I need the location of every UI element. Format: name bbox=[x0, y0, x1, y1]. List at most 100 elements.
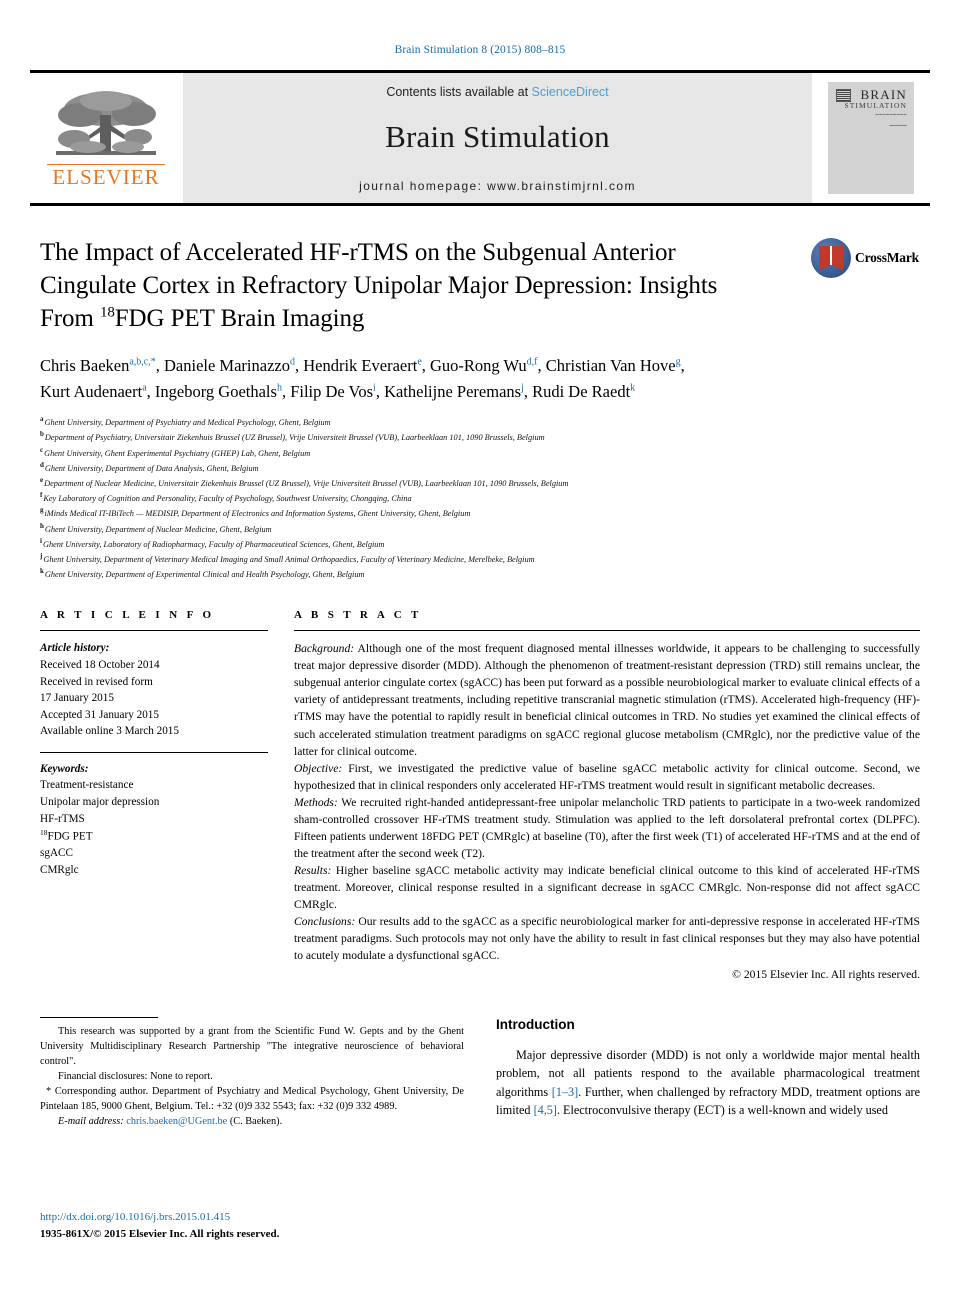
abstract-paragraph-text: We recruited right-handed antidepressant… bbox=[294, 795, 920, 860]
sciencedirect-link[interactable]: ScienceDirect bbox=[532, 85, 609, 99]
affiliation-mark: a bbox=[40, 415, 44, 424]
abstract-paragraph-text: Although one of the most frequent diagno… bbox=[294, 642, 920, 758]
journal-homepage-link[interactable]: journal homepage: www.brainstimjrnl.com bbox=[359, 179, 636, 193]
title-line-1: The Impact of Accelerated HF-rTMS on the… bbox=[40, 239, 676, 266]
email-address-link[interactable]: chris.baeken@UGent.be bbox=[126, 1116, 227, 1127]
citation-ref-2[interactable]: [4,5] bbox=[534, 1103, 557, 1117]
author-affil-marks[interactable]: k bbox=[630, 382, 635, 393]
author-affil-marks[interactable]: g bbox=[676, 357, 681, 368]
citation-ref-1[interactable]: [1–3] bbox=[552, 1085, 578, 1099]
title-block: The Impact of Accelerated HF-rTMS on the… bbox=[40, 236, 924, 335]
keyword-fdg-superscript: 18 bbox=[40, 828, 48, 838]
footnote-corresponding-author: * Corresponding author. Department of Ps… bbox=[40, 1085, 464, 1112]
affiliation-item: kGhent University, Department of Experim… bbox=[40, 566, 920, 581]
abstract-paragraph: Results: Higher baseline sgACC metabolic… bbox=[294, 862, 920, 913]
elsevier-logo: ELSEVIER bbox=[47, 87, 165, 189]
keywords-block: Keywords: Treatment-resistance Unipolar … bbox=[40, 761, 268, 879]
elsevier-tree-icon bbox=[56, 91, 156, 156]
abstract-column: A B S T R A C T Background: Although one… bbox=[294, 609, 920, 983]
footnote-disclosures: Financial disclosures: None to report. bbox=[58, 1070, 213, 1082]
footnote-grant: This research was supported by a grant f… bbox=[40, 1025, 464, 1067]
affiliation-mark: k bbox=[40, 567, 44, 576]
masthead-center: Contents lists available at ScienceDirec… bbox=[183, 73, 812, 203]
affiliation-item: giMinds Medical IT-IBiTech — MEDISIP, De… bbox=[40, 505, 920, 520]
affiliation-text: Ghent University, Department of Experime… bbox=[44, 569, 365, 579]
history-item: 17 January 2015 bbox=[40, 692, 114, 705]
page-title: The Impact of Accelerated HF-rTMS on the… bbox=[40, 236, 924, 335]
crossmark-label: CrossMark bbox=[855, 250, 919, 265]
affiliation-text: Ghent University, Department of Veterina… bbox=[43, 554, 535, 564]
abstract-paragraph: Conclusions: Our results add to the sgAC… bbox=[294, 913, 920, 964]
abstract-paragraph-lead: Results: bbox=[294, 863, 332, 877]
history-item: Accepted 31 January 2015 bbox=[40, 708, 159, 721]
affiliation-text: Ghent University, Ghent Experimental Psy… bbox=[44, 448, 311, 458]
author-affil-marks[interactable]: d,f bbox=[527, 357, 538, 368]
article-history-label: Article history: bbox=[40, 642, 110, 655]
author-item: Ingeborg Goethalsh bbox=[155, 382, 282, 401]
affiliation-item: jGhent University, Department of Veterin… bbox=[40, 551, 920, 566]
author-affil-marks[interactable]: a,b,c,* bbox=[129, 357, 155, 368]
affiliation-mark: d bbox=[40, 460, 44, 469]
author-affil-marks[interactable]: d bbox=[290, 357, 295, 368]
contents-prefix: Contents lists available at bbox=[386, 85, 532, 99]
author-name: Hendrik Everaert bbox=[303, 356, 418, 375]
footnotes-block: This research was supported by a grant f… bbox=[40, 1025, 464, 1129]
author-name: Filip De Vos bbox=[290, 381, 374, 401]
affiliation-text: Department of Nuclear Medicine, Universi… bbox=[44, 478, 569, 488]
article-info-rule bbox=[40, 630, 268, 632]
doi-link[interactable]: http://dx.doi.org/10.1016/j.brs.2015.01.… bbox=[40, 1209, 279, 1226]
author-affil-marks[interactable]: a bbox=[142, 382, 146, 393]
abstract-paragraph-lead: Conclusions: bbox=[294, 914, 356, 928]
author-item: Rudi De Raedtk bbox=[532, 382, 635, 401]
author-item: Guo-Rong Wud,f bbox=[430, 356, 538, 375]
author-item: Kurt Audenaerta bbox=[40, 382, 147, 401]
intro-text-c: . Electroconvulsive therapy (ECT) is a w… bbox=[556, 1102, 888, 1117]
author-name: Kurt Audenaert bbox=[40, 381, 143, 401]
author-item: Chris Baekena,b,c,* bbox=[40, 356, 156, 375]
introduction-column: Introduction Major depressive disorder (… bbox=[496, 1017, 920, 1129]
introduction-body: Major depressive disorder (MDD) is not o… bbox=[496, 1046, 920, 1119]
affiliation-mark: h bbox=[40, 521, 44, 530]
author-item: Daniele Marinazzod bbox=[164, 356, 295, 375]
abstract-heading: A B S T R A C T bbox=[294, 609, 422, 622]
affiliation-item: eDepartment of Nuclear Medicine, Univers… bbox=[40, 475, 920, 490]
abstract-paragraph-text: First, we investigated the predictive va… bbox=[294, 761, 920, 792]
abstract-paragraph: Background: Although one of the most fre… bbox=[294, 640, 920, 759]
keyword-item: CMRglc bbox=[40, 864, 79, 877]
cover-title-line2: STIMULATION bbox=[844, 101, 907, 110]
bottom-columns: This research was supported by a grant f… bbox=[40, 1016, 920, 1129]
author-affil-marks[interactable]: i bbox=[373, 382, 376, 393]
abstract-body: Background: Although one of the most fre… bbox=[294, 640, 920, 983]
running-head: Brain Stimulation 8 (2015) 808–815 bbox=[394, 44, 566, 56]
author-affil-marks[interactable]: e bbox=[417, 357, 421, 368]
introduction-paragraph: Major depressive disorder (MDD) is not o… bbox=[496, 1046, 920, 1119]
affiliation-item: aGhent University, Department of Psychia… bbox=[40, 414, 920, 429]
author-name: Kathelijne Peremans bbox=[384, 381, 522, 401]
affiliation-text: Ghent University, Department of Data Ana… bbox=[44, 463, 259, 473]
author-item: Hendrik Everaerte bbox=[303, 356, 422, 375]
author-name: Chris Baeken bbox=[40, 356, 130, 375]
affiliation-mark: f bbox=[40, 491, 43, 500]
keyword-item: Treatment-resistance bbox=[40, 779, 134, 792]
email-address-suffix: (C. Baeken). bbox=[227, 1115, 283, 1127]
keyword-item: sgACC bbox=[40, 847, 73, 860]
author-name: Christian Van Hove bbox=[545, 356, 676, 375]
affiliation-mark: c bbox=[40, 445, 44, 454]
abstract-paragraph-lead: Objective: bbox=[294, 761, 343, 775]
crossmark-badge[interactable]: CrossMark bbox=[806, 238, 924, 278]
affiliation-mark: b bbox=[40, 430, 44, 439]
title-line-3-post: FDG PET Brain Imaging bbox=[114, 305, 365, 332]
author-name: Guo-Rong Wu bbox=[430, 356, 527, 375]
contents-available-line: Contents lists available at ScienceDirec… bbox=[386, 85, 608, 99]
abstract-paragraph-lead: Methods: bbox=[294, 795, 338, 809]
footnotes-column: This research was supported by a grant f… bbox=[40, 1016, 464, 1129]
title-line-2: Cingulate Cortex in Refractory Unipolar … bbox=[40, 272, 718, 299]
affiliation-item: cGhent University, Ghent Experimental Ps… bbox=[40, 445, 920, 460]
keywords-rule bbox=[40, 751, 268, 753]
author-affil-marks[interactable]: h bbox=[277, 382, 282, 393]
cover-title-block: BRAIN STIMULATION ▬▬▬▬▬▬▬▬▬ ▬▬▬▬▬ bbox=[844, 88, 907, 127]
keywords-label: Keywords: bbox=[40, 762, 89, 775]
article-info-heading: A R T I C L E I N F O bbox=[40, 609, 215, 622]
author-affil-marks[interactable]: j bbox=[521, 382, 524, 393]
author-list: Chris Baekena,b,c,*, Daniele Marinazzod,… bbox=[40, 356, 685, 401]
